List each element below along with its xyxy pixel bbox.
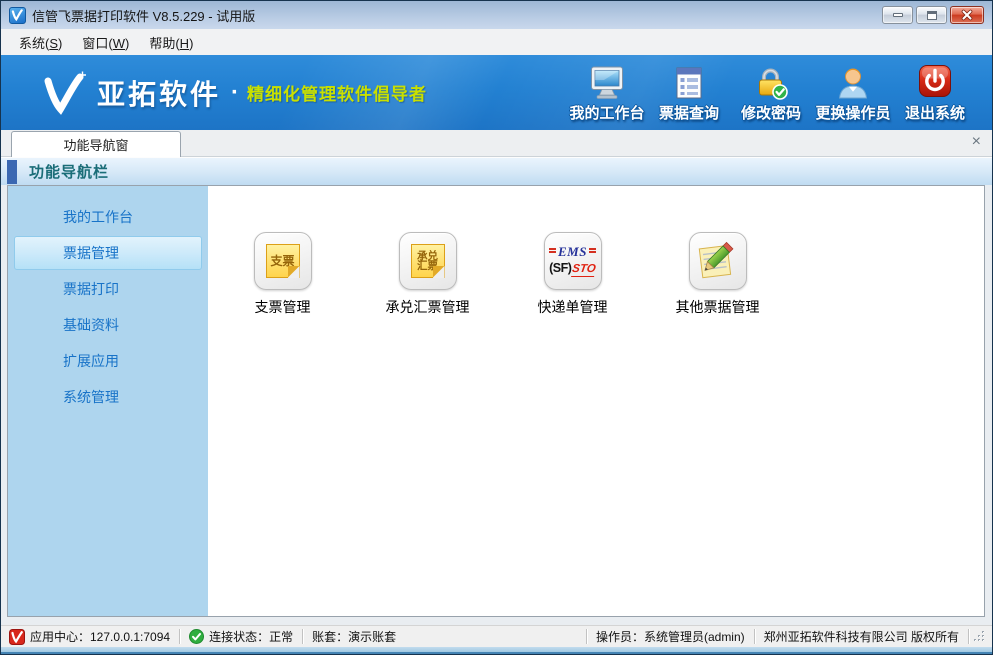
app-logo-icon — [9, 7, 26, 24]
module-label: 其他票据管理 — [676, 297, 760, 317]
status-operator: 操作员：系统管理员(admin) — [587, 628, 754, 645]
toolbar-workbench-button[interactable]: 我的工作台 — [566, 64, 648, 123]
brand-name: 亚拓软件 — [97, 73, 221, 113]
cheque-note-icon: 支票 — [254, 232, 312, 290]
module-label: 承兑汇票管理 — [386, 297, 470, 317]
resize-grip[interactable] — [973, 630, 986, 643]
minimize-icon — [893, 13, 903, 17]
main-panel: 支票 支票管理 承兑汇票 承兑汇票管理 EMS — [208, 186, 984, 616]
express-logos-icon: EMS (SF)STO — [544, 232, 602, 290]
tab-strip: 功能导航窗 × — [1, 130, 992, 157]
nav-header-accent — [7, 160, 17, 184]
exit-power-icon — [917, 64, 953, 100]
status-copyright: 郑州亚拓软件科技有限公司 版权所有 — [755, 628, 968, 645]
module-acceptance-bill-management[interactable]: 承兑汇票 承兑汇票管理 — [355, 232, 500, 317]
app-center-logo-icon — [9, 629, 25, 645]
sidebar-item-basic-data[interactable]: 基础资料 — [14, 308, 202, 342]
client-inner: 我的工作台 票据管理 票据打印 基础资料 扩展应用 系统管理 支票 支票管理 — [7, 185, 985, 617]
window-controls — [882, 6, 984, 24]
module-grid: 支票 支票管理 承兑汇票 承兑汇票管理 EMS — [208, 186, 984, 317]
tab-function-navigation[interactable]: 功能导航窗 — [11, 131, 181, 157]
status-app-center: 应用中心：127.0.0.1:7094 — [7, 628, 179, 645]
window-title: 信管飞票据打印软件 V8.5.229 - 试用版 — [32, 6, 255, 25]
module-label: 支票管理 — [255, 297, 311, 317]
toolbar-change-password-label: 修改密码 — [741, 102, 801, 123]
toolbar-exit-button[interactable]: 退出系统 — [894, 64, 976, 123]
toolbar-bill-query-label: 票据查询 — [659, 102, 719, 123]
module-label: 快递单管理 — [538, 297, 608, 317]
module-other-bills-management[interactable]: 其他票据管理 — [645, 232, 790, 317]
menu-window[interactable]: 窗口(W) — [72, 30, 139, 55]
brand-dot: · — [231, 79, 239, 107]
toolbar-change-password-button[interactable]: 修改密码 — [730, 64, 812, 123]
acceptance-bill-note-icon: 承兑汇票 — [399, 232, 457, 290]
minimize-button[interactable] — [882, 6, 913, 24]
toolbar-switch-operator-label: 更换操作员 — [815, 102, 890, 123]
toolbar-exit-label: 退出系统 — [905, 102, 965, 123]
bill-query-list-icon — [672, 64, 706, 100]
status-separator — [968, 629, 969, 644]
brand-logo-area: 亚拓软件 · 精细化管理软件倡导者 — [41, 71, 427, 115]
sidebar-item-bill-management[interactable]: 票据管理 — [14, 236, 202, 270]
sidebar-item-system-management[interactable]: 系统管理 — [14, 380, 202, 414]
menu-system[interactable]: 系统(S) — [9, 30, 72, 55]
switch-operator-user-icon — [835, 64, 871, 100]
maximize-button[interactable] — [916, 6, 947, 24]
banner-toolbar: 我的工作台 票据查询 — [566, 55, 976, 130]
menu-help[interactable]: 帮助(H) — [139, 30, 203, 55]
tab-label: 功能导航窗 — [63, 135, 128, 154]
sidebar-item-extensions[interactable]: 扩展应用 — [14, 344, 202, 378]
close-button[interactable] — [950, 6, 984, 24]
module-express-waybill-management[interactable]: EMS (SF)STO 快递单管理 — [500, 232, 645, 317]
notepad-pencil-icon — [689, 232, 747, 290]
toolbar-switch-operator-button[interactable]: 更换操作员 — [812, 64, 894, 123]
nav-header: 功能导航栏 — [1, 157, 992, 185]
module-cheque-management[interactable]: 支票 支票管理 — [210, 232, 355, 317]
status-account: 账套：演示账套 — [303, 628, 405, 645]
brand-banner: 亚拓软件 · 精细化管理软件倡导者 我的工作台 — [1, 55, 992, 130]
change-password-lock-icon — [753, 64, 789, 100]
client-area: 我的工作台 票据管理 票据打印 基础资料 扩展应用 系统管理 支票 支票管理 — [1, 185, 992, 625]
nav-header-title: 功能导航栏 — [29, 161, 109, 182]
menu-bar: 系统(S) 窗口(W) 帮助(H) — [1, 29, 992, 55]
app-window: 信管飞票据打印软件 V8.5.229 - 试用版 系统(S) 窗口(W) 帮助(… — [0, 0, 993, 655]
status-bar: 应用中心：127.0.0.1:7094 连接状态：正常 账套：演示账套 操作员：… — [1, 625, 992, 647]
window-bottom-frame — [1, 647, 992, 654]
workbench-monitor-icon — [588, 64, 626, 100]
toolbar-workbench-label: 我的工作台 — [569, 102, 644, 123]
yatuo-logo-icon — [41, 71, 87, 115]
brand-slogan: 精细化管理软件倡导者 — [247, 80, 427, 105]
tabstrip-close-icon[interactable]: × — [972, 135, 981, 149]
maximize-icon — [927, 11, 937, 20]
status-connection: 连接状态：正常 — [180, 628, 302, 645]
nav-sidebar: 我的工作台 票据管理 票据打印 基础资料 扩展应用 系统管理 — [8, 186, 208, 616]
toolbar-bill-query-button[interactable]: 票据查询 — [648, 64, 730, 123]
sidebar-item-workbench[interactable]: 我的工作台 — [14, 200, 202, 234]
sidebar-item-bill-printing[interactable]: 票据打印 — [14, 272, 202, 306]
connection-ok-icon — [189, 629, 204, 644]
title-bar: 信管飞票据打印软件 V8.5.229 - 试用版 — [1, 1, 992, 29]
close-icon — [961, 9, 973, 21]
